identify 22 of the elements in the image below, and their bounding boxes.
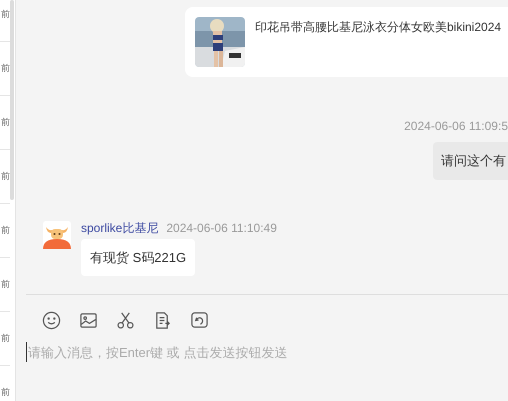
- message-time: 2024-06-06 11:09:5: [404, 118, 508, 135]
- product-title: 印花吊带高腰比基尼泳衣分体女欧美bikini2024: [255, 19, 502, 36]
- bull-avatar-icon: [43, 220, 71, 248]
- history-icon[interactable]: [190, 311, 209, 330]
- message-input[interactable]: 请输入消息，按Enter键 或 点击发送按钮发送: [26, 342, 496, 362]
- image-icon[interactable]: [79, 311, 98, 330]
- conversation-item[interactable]: 前: [1, 118, 10, 127]
- conversation-item[interactable]: 前: [1, 280, 10, 289]
- conversation-item[interactable]: 前: [1, 388, 10, 397]
- message-bubble: 请问这个有: [433, 142, 508, 180]
- conversation-item[interactable]: 前: [1, 172, 10, 181]
- sender-name: sporlike比基尼: [81, 220, 158, 237]
- scissors-icon[interactable]: [116, 311, 135, 330]
- product-card[interactable]: 印花吊带高腰比基尼泳衣分体女欧美bikini2024: [185, 7, 508, 77]
- conversation-item[interactable]: 前: [1, 334, 10, 343]
- emoji-icon[interactable]: [42, 311, 61, 330]
- conversation-item[interactable]: 前: [1, 64, 10, 73]
- conversation-item[interactable]: 前: [1, 10, 10, 19]
- document-icon[interactable]: [153, 311, 172, 330]
- conversation-item[interactable]: 前: [1, 226, 10, 235]
- message-bubble: 有现货 S码221G: [81, 238, 196, 276]
- message-time: 2024-06-06 11:10:49: [166, 220, 277, 237]
